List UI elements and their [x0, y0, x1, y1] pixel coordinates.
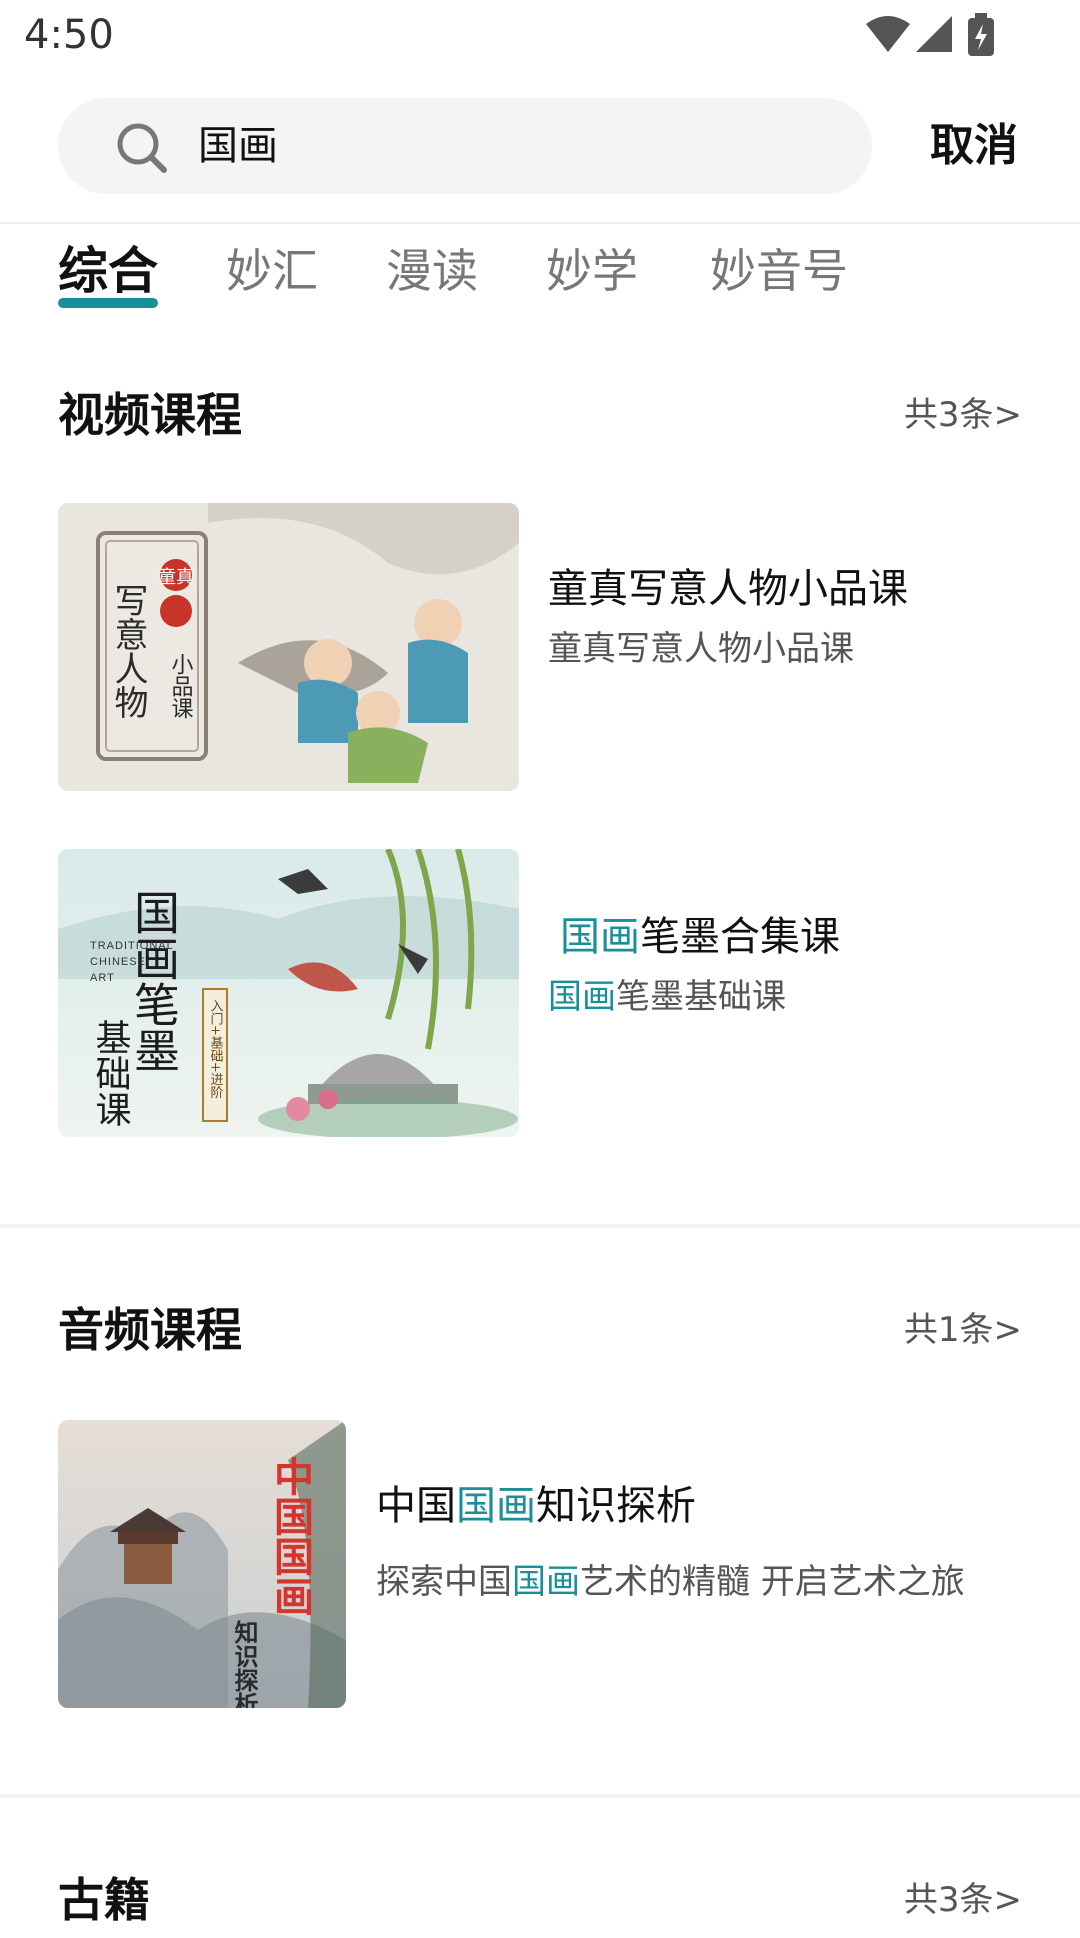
cancel-button[interactable]: 取消 [930, 116, 1018, 176]
highlight-term: 国画 [560, 914, 640, 960]
search-query: 国画 [198, 123, 278, 169]
tab-active-indicator [58, 298, 158, 308]
section-title: 古籍 [58, 1873, 150, 1927]
thumb-text: ART [90, 972, 115, 984]
highlight-term: 国画 [456, 1483, 536, 1529]
subtitle-pre: 探索中国 [376, 1562, 512, 1602]
card-subtitle: 探索中国国画艺术的精髓 开启艺术之旅 [376, 1558, 965, 1606]
thumb-text: 国画笔墨 [127, 889, 181, 1073]
highlight-term: 国画 [548, 977, 616, 1017]
video-section-header: 视频课程 共3条> [0, 383, 1080, 453]
signal-icon [916, 16, 952, 52]
section-separator [0, 1224, 1080, 1228]
subtitle-post: 艺术的精髓 开启艺术之旅 [580, 1562, 965, 1602]
audio-section-header: 音频课程 共1条> [0, 1298, 1080, 1368]
books-count-link[interactable]: 共3条> [904, 1876, 1022, 1924]
tab-miaohui[interactable]: 妙汇 [226, 240, 318, 302]
audio-count-link[interactable]: 共1条> [904, 1306, 1022, 1354]
thumb-text: 基础课 [90, 1019, 131, 1127]
title-rest: 笔墨合集课 [640, 914, 840, 960]
card-title: 中国国画知识探析 [376, 1478, 696, 1534]
video-item-1[interactable]: 写意人物 小品课 童真 童真写意人物小品课 童真写意人物小品课 [0, 503, 1080, 791]
video-thumbnail: 写意人物 小品课 童真 [58, 503, 519, 791]
divider [0, 222, 1080, 224]
tab-miaoxue[interactable]: 妙学 [546, 240, 638, 302]
wifi-icon [866, 16, 910, 52]
tab-bar: 综合 妙汇 漫读 妙学 妙音号 [0, 236, 1080, 318]
books-section-header: 古籍 共3条> [0, 1868, 1080, 1938]
section-separator [0, 1794, 1080, 1798]
battery-icon [968, 13, 994, 56]
thumb-text: CHINESE [90, 956, 146, 968]
search-icon [117, 123, 167, 173]
status-icons [866, 13, 994, 56]
title-pre: 中国 [376, 1483, 456, 1529]
section-title: 音频课程 [58, 1303, 242, 1357]
thumb-text: 写意人物 [108, 583, 148, 719]
tab-all[interactable]: 综合 [58, 240, 158, 302]
thumb-text: 知识探析 [230, 1620, 258, 1708]
card-title: 童真写意人物小品课 [548, 566, 908, 612]
card-title: 国画笔墨合集课 [560, 909, 840, 965]
card-subtitle: 童真写意人物小品课 [548, 629, 854, 669]
subtitle-rest: 笔墨基础课 [616, 977, 786, 1017]
section-title: 视频课程 [58, 388, 242, 442]
title-post: 知识探析 [536, 1483, 696, 1529]
thumb-text: 童真 [158, 567, 194, 588]
thumb-text: 中国国画 [267, 1456, 313, 1616]
card-subtitle: 国画笔墨基础课 [548, 973, 786, 1021]
tab-miaoyinhao[interactable]: 妙音号 [710, 240, 848, 302]
thumb-text: 入门+基础+进阶 [208, 999, 224, 1100]
highlight-term: 国画 [512, 1562, 580, 1602]
search-row: 国画 取消 [0, 98, 1080, 196]
thumb-text: 小品课 [168, 653, 194, 719]
audio-thumbnail: 中国国画 知识探析 [58, 1420, 346, 1708]
status-bar: 4:50 [0, 0, 1080, 72]
video-thumbnail: 国画笔墨 基础课 TRADITIONAL CHINESE ART 入门+基础+进… [58, 849, 519, 1137]
audio-item-1[interactable]: 中国国画 知识探析 中国国画知识探析 探索中国国画艺术的精髓 开启艺术之旅 [0, 1420, 1080, 1708]
status-time: 4:50 [24, 12, 114, 58]
search-input[interactable]: 国画 [58, 98, 872, 194]
tab-mandu[interactable]: 漫读 [386, 240, 478, 302]
video-item-2[interactable]: 国画笔墨 基础课 TRADITIONAL CHINESE ART 入门+基础+进… [0, 849, 1080, 1137]
thumb-text: TRADITIONAL [90, 940, 174, 952]
video-count-link[interactable]: 共3条> [904, 391, 1022, 439]
